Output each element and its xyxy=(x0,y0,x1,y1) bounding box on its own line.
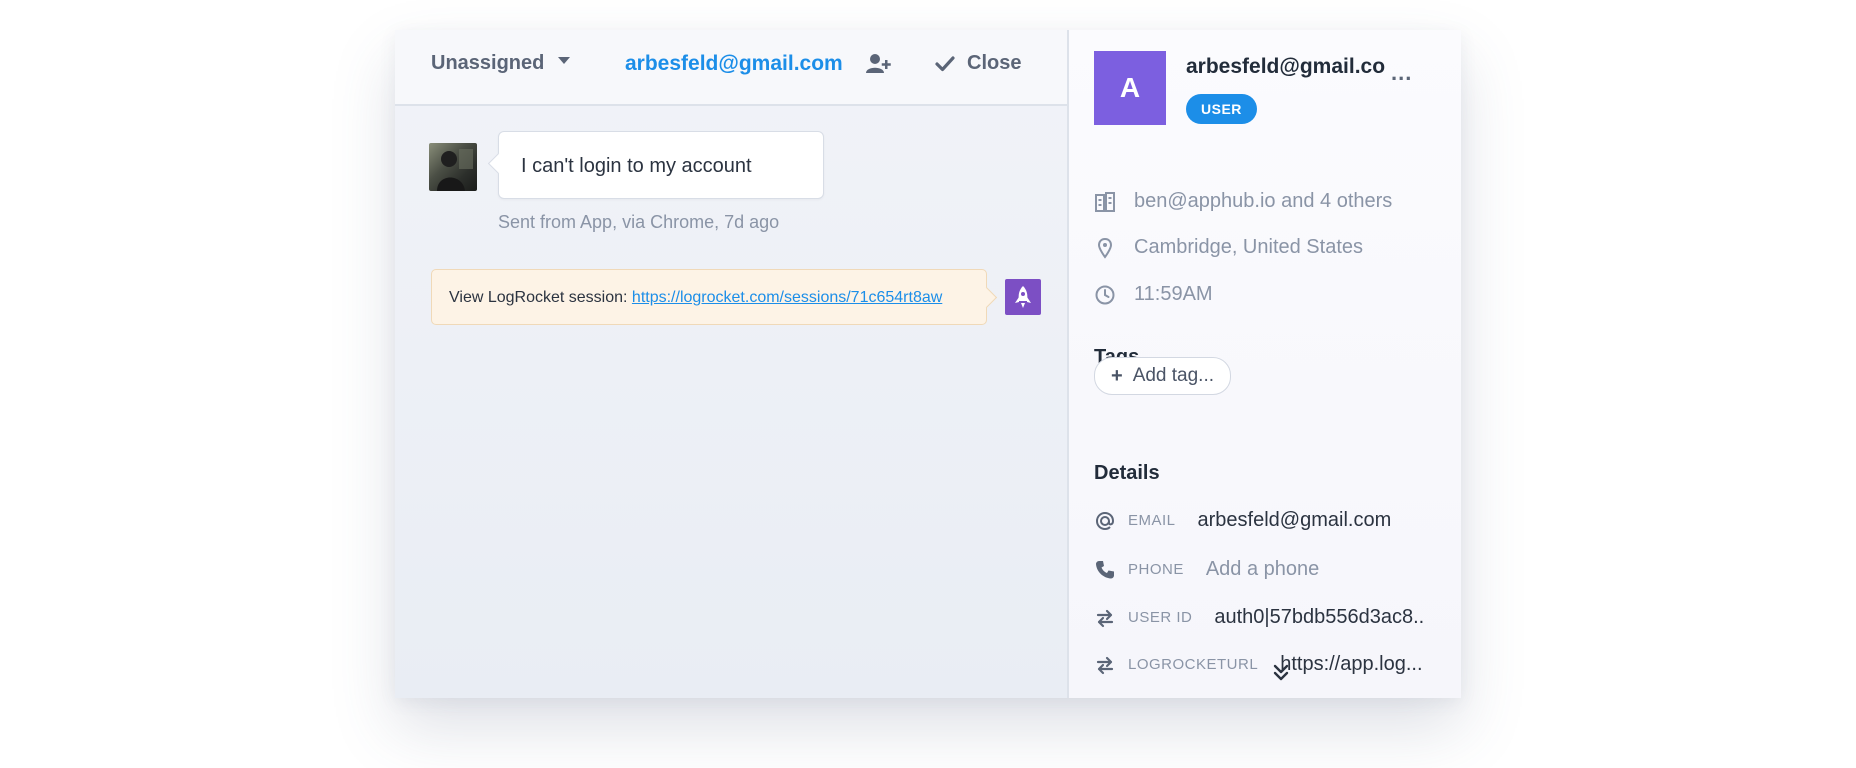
assignee-label: Unassigned xyxy=(431,52,545,74)
support-window: Unassigned arbesfeld@gmail.com Close I c… xyxy=(395,30,1461,698)
profile-name: arbesfeld@gmail.co xyxy=(1186,55,1386,78)
company-text: ben@apphub.io and 4 others xyxy=(1134,190,1393,212)
note-prefix: View LogRocket session: xyxy=(449,289,628,306)
rocket-icon xyxy=(1015,286,1031,308)
local-time-row: 11:59AM xyxy=(1094,283,1213,306)
phone-label: PHONE xyxy=(1128,561,1184,578)
detail-phone-row: PHONE Add a phone xyxy=(1094,558,1319,581)
logrocket-note: View LogRocket session: https://logrocke… xyxy=(431,269,987,325)
logrocket-value: https://app.log... xyxy=(1280,653,1423,675)
user-id-label: USER ID xyxy=(1128,609,1193,626)
conversation-header: Unassigned arbesfeld@gmail.com Close xyxy=(395,30,1067,106)
customer-avatar xyxy=(429,143,477,191)
more-options-button[interactable]: ... xyxy=(1391,60,1412,86)
detail-logrocket-row: LOGROCKETURL https://app.log... xyxy=(1094,653,1423,676)
logrocket-bot-avatar xyxy=(1005,279,1041,315)
message-meta: Sent from App, via Chrome, 7d ago xyxy=(498,212,780,232)
at-icon xyxy=(1095,511,1115,530)
detail-user-id-row: USER ID auth0|57bdb556d3ac8.. xyxy=(1094,606,1424,629)
user-avatar: A xyxy=(1094,51,1166,125)
close-label: Close xyxy=(967,52,1022,74)
company-row: ben@apphub.io and 4 others xyxy=(1094,190,1392,213)
plus-icon: + xyxy=(1111,365,1123,387)
details-title: Details xyxy=(1094,462,1160,484)
email-label: EMAIL xyxy=(1128,512,1176,529)
logrocket-label: LOGROCKETURL xyxy=(1128,656,1259,673)
chevron-down-icon xyxy=(558,57,571,64)
location-pin-icon xyxy=(1097,237,1113,259)
add-tag-button[interactable]: + Add tag... xyxy=(1094,357,1232,395)
location-text: Cambridge, United States xyxy=(1134,236,1364,258)
check-icon xyxy=(935,55,955,71)
swap-icon xyxy=(1096,609,1114,627)
double-chevron-down-icon[interactable] xyxy=(1271,663,1291,683)
customer-email-link[interactable]: arbesfeld@gmail.com xyxy=(625,52,843,76)
location-row: Cambridge, United States xyxy=(1094,236,1363,259)
profile-sidebar: A arbesfeld@gmail.co USER ... ben@apphub… xyxy=(1069,30,1461,698)
conversation-pane: Unassigned arbesfeld@gmail.com Close I c… xyxy=(395,30,1069,698)
role-badge: USER xyxy=(1186,94,1257,124)
add-phone-link[interactable]: Add a phone xyxy=(1206,558,1319,581)
phone-icon xyxy=(1096,560,1114,578)
add-tag-label: Add tag... xyxy=(1132,365,1215,386)
logrocket-session-link[interactable]: https://logrocket.com/sessions/71c654rt8… xyxy=(632,289,942,306)
assignee-dropdown[interactable]: Unassigned xyxy=(431,52,571,75)
detail-email-row: EMAIL arbesfeld@gmail.com xyxy=(1094,509,1391,532)
message-bubble: I can't login to my account xyxy=(498,131,824,199)
building-icon xyxy=(1095,191,1115,212)
swap-icon xyxy=(1096,656,1114,674)
close-conversation-button[interactable]: Close xyxy=(935,52,1021,75)
email-value: arbesfeld@gmail.com xyxy=(1197,509,1392,531)
local-time-text: 11:59AM xyxy=(1134,283,1213,305)
add-user-icon[interactable] xyxy=(865,50,893,78)
user-id-value: auth0|57bdb556d3ac8.. xyxy=(1214,606,1425,628)
clock-icon xyxy=(1095,285,1115,304)
